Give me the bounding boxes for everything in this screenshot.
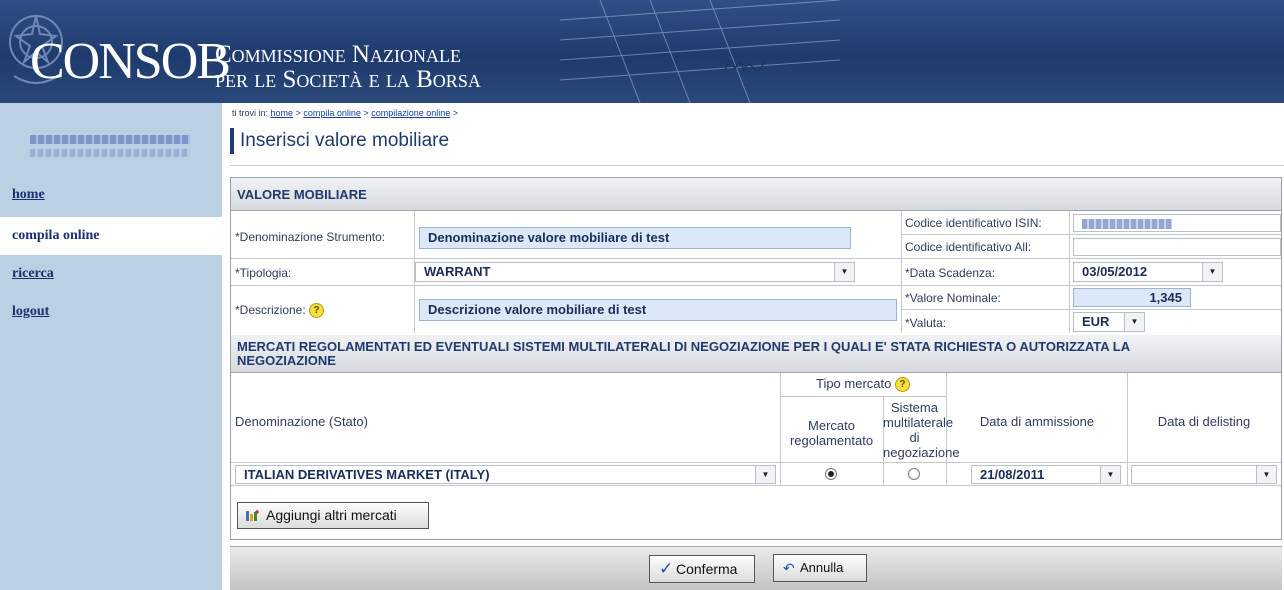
breadcrumb-link-compila-online[interactable]: compila online: [303, 108, 361, 118]
column-header-denominazione: Denominazione (Stato): [235, 414, 368, 429]
user-company-redacted: [30, 149, 190, 157]
sidebar-item-ricerca[interactable]: ricerca: [0, 255, 222, 293]
tipologia-selected-value: WARRANT: [424, 264, 491, 279]
section-header-mercati-line2: NEGOZIAZIONE: [237, 353, 336, 368]
row-divider: [901, 234, 1281, 235]
logo-subtitle-line1: Commissione Nazionale: [215, 41, 461, 68]
annulla-label: Annulla: [800, 560, 844, 575]
tipologia-label: *Tipologia:: [235, 266, 292, 280]
site-header: CONSOB Commissione Nazionale per le Soci…: [0, 0, 1284, 103]
column-divider: [1127, 373, 1128, 485]
radio-mercato-regolamentato[interactable]: [825, 468, 837, 480]
chevron-down-icon[interactable]: ▼: [1256, 466, 1276, 483]
row-divider: [231, 462, 1281, 463]
section-header-mercati-line1: MERCATI REGOLAMENTATI ED EVENTUALI SISTE…: [237, 339, 1131, 354]
checkmark-icon: ✓: [659, 559, 674, 578]
radio-sistema-multilaterale[interactable]: [908, 468, 920, 480]
page-title: Inserisci valore mobiliare: [230, 128, 449, 154]
tipo-mercato-label: Tipo mercato: [815, 376, 892, 391]
column-header-data-ammissione: Data di ammissione: [979, 414, 1095, 429]
column-divider: [1069, 211, 1070, 333]
data-ammissione-select[interactable]: 21/08/2011 ▼: [971, 465, 1121, 484]
breadcrumb-link-home[interactable]: home: [271, 108, 294, 118]
descrizione-label-text: *Descrizione:: [235, 303, 306, 317]
breadcrumb: ti trovi in: home > compila online > com…: [232, 108, 458, 118]
annulla-button[interactable]: ↶ Annulla: [773, 554, 867, 582]
mercato-denominazione-select[interactable]: ITALIAN DERIVATIVES MARKET (ITALY) ▼: [235, 465, 776, 484]
column-header-tipo-mercato: Tipo mercato ?: [780, 376, 946, 393]
chevron-down-icon[interactable]: ▼: [1100, 466, 1120, 483]
chevron-down-icon[interactable]: ▼: [755, 466, 775, 483]
data-scadenza-value: 03/05/2012: [1082, 264, 1148, 279]
data-scadenza-label: *Data Scadenza:: [905, 266, 996, 280]
user-name-redacted: [30, 135, 190, 144]
action-bar: ✓ Conferma ↶ Annulla: [230, 546, 1282, 590]
breadcrumb-separator: >: [452, 108, 459, 118]
column-header-sistema-multilaterale: Sistema multilaterale di negoziazione: [883, 400, 960, 460]
column-header-mercato-regolamentato: Mercato regolamentato: [789, 418, 874, 448]
chevron-down-icon[interactable]: ▼: [1124, 313, 1144, 331]
aggiungi-altri-mercati-button[interactable]: Aggiungi altri mercati: [237, 502, 429, 529]
column-divider: [901, 211, 902, 333]
breadcrumb-prefix: ti trovi in:: [232, 108, 269, 118]
consob-logo: CONSOB: [30, 33, 231, 90]
breadcrumb-link-compilazione-online[interactable]: compilazione online: [371, 108, 450, 118]
tipologia-select[interactable]: WARRANT ▼: [415, 262, 855, 282]
aggiungi-altri-mercati-label: Aggiungi altri mercati: [266, 507, 397, 523]
header-signature-decoration: [560, 0, 840, 103]
question-circle-icon[interactable]: ?: [895, 377, 910, 393]
denominazione-label: *Denominazione Strumento:: [235, 230, 386, 244]
logo-subtitle-line2: per le Società e la Borsa: [215, 66, 481, 93]
valuta-label: *Valuta:: [905, 316, 947, 330]
valore-nominale-label: *Valore Nominale:: [905, 291, 1001, 305]
valuta-select[interactable]: EUR ▼: [1073, 312, 1145, 332]
denominazione-input[interactable]: Denominazione valore mobiliare di test: [419, 227, 851, 249]
sidebar-item-compila-online[interactable]: compila online: [0, 217, 222, 255]
descrizione-input[interactable]: Descrizione valore mobiliare di test: [419, 299, 897, 321]
conferma-button[interactable]: ✓ Conferma: [649, 555, 755, 583]
section-header-valore-mobiliare: VALORE MOBILIARE: [231, 178, 1281, 211]
row-divider: [901, 309, 1281, 310]
row-divider: [231, 258, 1281, 259]
user-info-box: [0, 113, 222, 173]
isin-value-redacted: [1082, 219, 1172, 229]
row-divider: [231, 485, 1281, 486]
chevron-down-icon[interactable]: ▼: [1202, 263, 1222, 281]
data-scadenza-select[interactable]: 03/05/2012 ▼: [1073, 262, 1223, 282]
data-delisting-select[interactable]: ▼: [1131, 465, 1277, 484]
breadcrumb-separator: >: [363, 108, 369, 118]
data-ammissione-value: 21/08/2011: [980, 467, 1045, 482]
undo-arrow-icon: ↶: [783, 560, 795, 576]
chevron-down-icon[interactable]: ▼: [834, 263, 854, 281]
sidebar-item-home[interactable]: home: [0, 176, 222, 214]
mercato-denominazione-value: ITALIAN DERIVATIVES MARKET (ITALY): [244, 467, 490, 482]
question-circle-icon[interactable]: ?: [309, 303, 325, 319]
valuta-selected-value: EUR: [1082, 314, 1110, 329]
isin-label: Codice identificativo ISIN:: [905, 216, 1042, 230]
conferma-label: Conferma: [676, 561, 738, 577]
breadcrumb-separator: >: [295, 108, 301, 118]
row-divider: [231, 285, 1281, 286]
row-divider: [780, 396, 946, 397]
add-market-icon: [246, 510, 259, 521]
column-header-data-delisting: Data di delisting: [1157, 414, 1251, 429]
section-header-mercati: MERCATI REGOLAMENTATI ED EVENTUALI SISTE…: [231, 335, 1281, 373]
codice-all-label: Codice identificativo All:: [905, 240, 1032, 254]
valore-nominale-input[interactable]: 1,345: [1073, 288, 1191, 307]
sidebar: home compila online ricerca logout: [0, 103, 222, 590]
descrizione-label: *Descrizione: ?: [235, 303, 325, 319]
title-divider: [230, 165, 1284, 166]
codice-all-input[interactable]: [1073, 238, 1281, 256]
form-panel: VALORE MOBILIARE *Denominazione Strument…: [230, 177, 1282, 540]
logo-subtitle: Commissione Nazionale per le Società e l…: [215, 42, 481, 92]
isin-input[interactable]: [1073, 214, 1281, 232]
sidebar-item-logout[interactable]: logout: [0, 293, 222, 331]
